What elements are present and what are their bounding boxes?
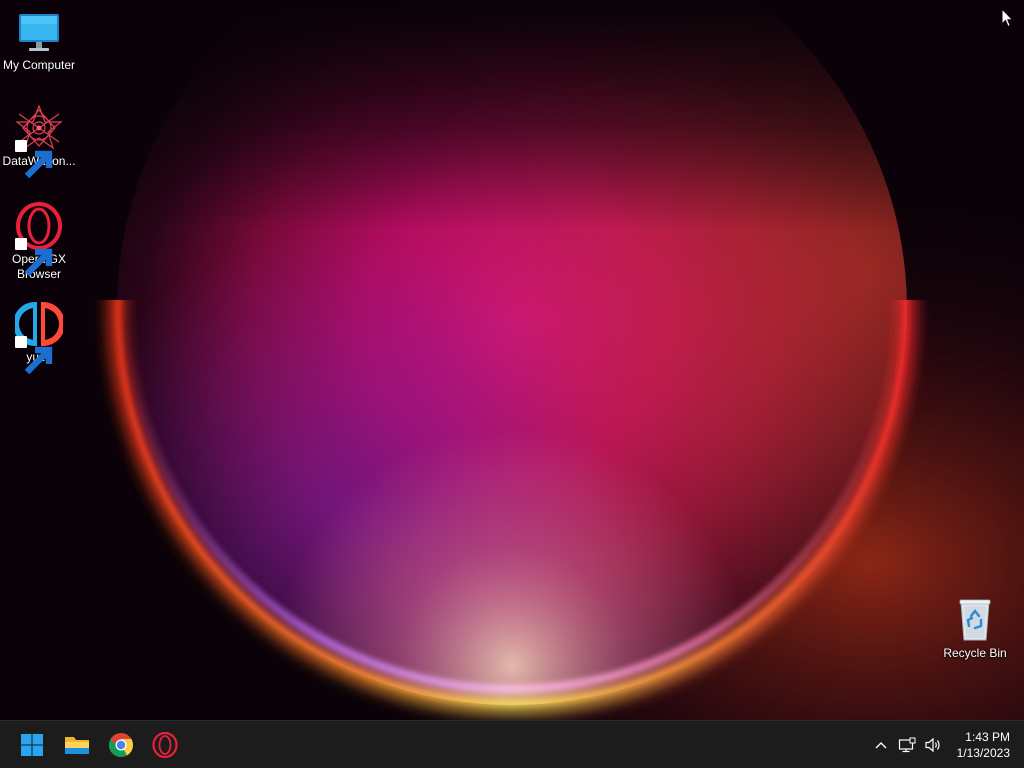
folder-icon (65, 737, 89, 754)
file-explorer-button[interactable] (57, 725, 97, 765)
chrome-icon (108, 733, 133, 758)
datawagon-icon (15, 104, 63, 179)
windows-start-icon (21, 734, 43, 756)
opera-gx-icon (152, 732, 178, 758)
mouse-cursor-icon (1001, 8, 1014, 28)
start-button[interactable] (12, 725, 52, 765)
network-icon[interactable] (894, 732, 920, 758)
chrome-button[interactable] (101, 725, 141, 765)
chevron-up-icon[interactable] (868, 732, 894, 758)
shortcut-arrow-icon (15, 336, 53, 375)
clock-date: 1/13/2023 (956, 746, 1010, 760)
desktop-icon-recycle-bin[interactable]: Recycle Bin (936, 596, 1014, 661)
opera-gx-taskbar-button[interactable] (145, 725, 185, 765)
wallpaper (0, 0, 1024, 720)
desktop-icon-yuzu[interactable]: yuzu (0, 300, 78, 375)
recycle-bin-icon (951, 596, 999, 644)
desktop-icon-my-computer[interactable]: My Computer (0, 8, 78, 73)
desktop-icon-label: My Computer (2, 58, 76, 72)
taskbar: 1:43 PM 1/13/2023 (0, 720, 1024, 768)
desktop-icon-opera-gx[interactable]: Opera GX Browser (0, 202, 78, 282)
desktop-icon-label: Recycle Bin (943, 646, 1007, 660)
monitor-icon (15, 8, 63, 56)
taskbar-clock[interactable]: 1:43 PM 1/13/2023 (940, 729, 1010, 761)
clock-time: 1:43 PM (965, 730, 1010, 744)
desktop[interactable]: My Computer DataWagon... Opera GX Browse… (0, 0, 1024, 720)
shortcut-arrow-icon (15, 238, 53, 277)
desktop-icon-datawagon[interactable]: DataWagon... (0, 104, 78, 179)
yuzu-icon (15, 300, 63, 375)
system-tray (868, 721, 946, 769)
opera-gx-icon (15, 202, 63, 277)
shortcut-arrow-icon (15, 140, 53, 179)
